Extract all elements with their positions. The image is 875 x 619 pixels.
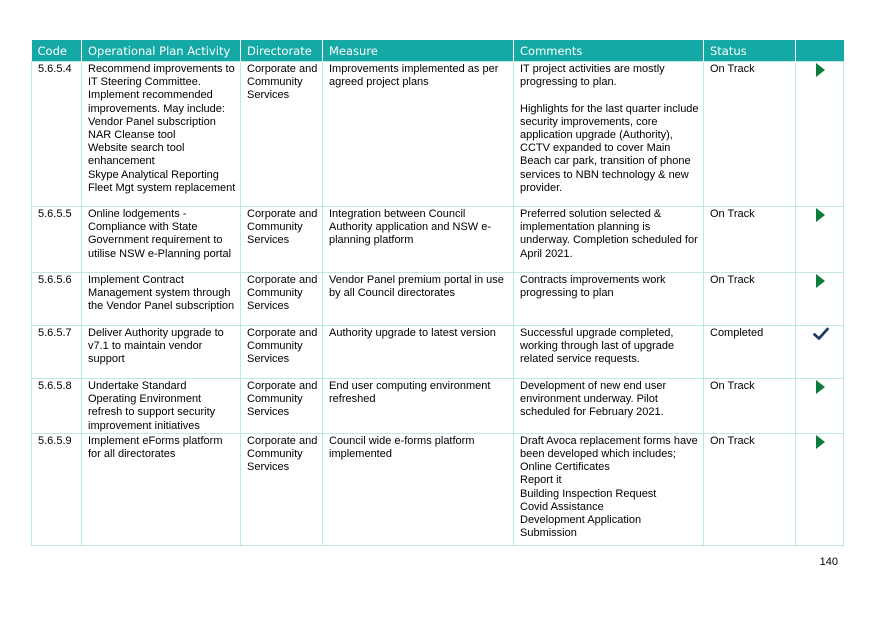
arrow-right-icon bbox=[816, 434, 825, 449]
cell-activity-line: Vendor Panel subscription bbox=[88, 115, 216, 128]
operational-plan-table: Code Operational Plan Activity Directora… bbox=[31, 40, 844, 546]
cell-activity-line: Undertake Standard Operating Environment… bbox=[88, 380, 216, 432]
checkmark-icon bbox=[802, 327, 839, 341]
cell-comments: Development of new end user environment … bbox=[513, 378, 704, 434]
cell-status: On Track bbox=[703, 61, 796, 207]
cell-activity-line: Skype Analytical Reporting bbox=[88, 168, 219, 181]
cell-status-icon bbox=[795, 272, 844, 326]
cell-activity-line: Online lodgements - Compliance with Stat… bbox=[88, 208, 232, 260]
header-status-icon bbox=[795, 40, 844, 62]
cell-status-icon bbox=[795, 206, 844, 273]
cell-activity-line: Website search tool enhancement bbox=[88, 142, 185, 168]
cell-comments: Draft Avoca replacement forms have been … bbox=[513, 432, 704, 546]
cell-activity: Deliver Authority upgrade to v7.1 to mai… bbox=[81, 325, 241, 379]
cell-comments-line: IT project activities are mostly progres… bbox=[520, 63, 665, 89]
table-row: 5.6.5.4 Recommend improvements to IT Stee… bbox=[31, 61, 844, 207]
cell-activity-line: Implement eForms platform for all direct… bbox=[88, 434, 223, 461]
arrow-right-icon bbox=[816, 274, 825, 288]
table-header-row: Code Operational Plan Activity Directora… bbox=[31, 40, 844, 62]
cell-status: On Track bbox=[703, 432, 796, 546]
header-measure: Measure bbox=[322, 40, 514, 62]
header-code: Code bbox=[31, 40, 82, 62]
cell-comments: IT project activities are mostly progres… bbox=[513, 61, 704, 207]
cell-activity-line: NAR Cleanse tool bbox=[88, 129, 176, 142]
cell-activity-line: Fleet Mgt system replacement bbox=[88, 181, 236, 194]
cell-status-icon bbox=[795, 378, 844, 434]
cell-comments-line: Draft Avoca replacement forms have been … bbox=[520, 434, 698, 461]
cell-directorate: Corporate and Community Services bbox=[240, 378, 323, 434]
table-row: 5.6.5.8 Undertake Standard Operating Envi… bbox=[31, 378, 844, 434]
cell-directorate: Corporate and Community Services bbox=[240, 272, 323, 326]
cell-status: Completed bbox=[703, 325, 796, 379]
cell-status-icon bbox=[795, 325, 844, 379]
arrow-right-icon bbox=[816, 63, 825, 77]
cell-activity-line: Implement Contract Management system thr… bbox=[88, 274, 235, 313]
table-row: 5.6.5.7 Deliver Authority upgrade to v7.1… bbox=[31, 325, 844, 379]
cell-comments-line: Building Inspection Request bbox=[520, 487, 657, 500]
cell-measure: Authority upgrade to latest version bbox=[322, 325, 514, 379]
cell-comments-line: Development Application Submission bbox=[520, 514, 642, 540]
cell-measure: Council wide e-forms platform implemente… bbox=[322, 432, 514, 546]
cell-status-icon bbox=[795, 432, 844, 546]
header-directorate: Directorate bbox=[240, 40, 323, 62]
cell-activity: Implement eForms platform for all direct… bbox=[81, 432, 241, 546]
cell-status: On Track bbox=[703, 272, 796, 326]
cell-measure: Integration between Council Authority ap… bbox=[322, 206, 514, 273]
cell-comments-line: Development of new end user environment … bbox=[520, 380, 667, 419]
cell-status: On Track bbox=[703, 206, 796, 273]
cell-comments-line: Successful upgrade completed, working th… bbox=[520, 327, 675, 366]
cell-comments-line: Report it bbox=[520, 474, 562, 487]
cell-measure: End user computing environment refreshed bbox=[322, 378, 514, 434]
cell-directorate: Corporate and Community Services bbox=[240, 61, 323, 207]
cell-comments: Contracts improvements work progressing … bbox=[513, 272, 704, 326]
cell-status: On Track bbox=[703, 378, 796, 434]
header-comments: Comments bbox=[513, 40, 704, 62]
cell-activity: Implement Contract Management system thr… bbox=[81, 272, 241, 326]
cell-activity: Recommend improvements to IT Steering Co… bbox=[81, 61, 241, 207]
cell-comments: Preferred solution selected & implementa… bbox=[513, 206, 704, 273]
table-row: 5.6.5.6 Implement Contract Management sys… bbox=[31, 272, 844, 326]
cell-measure: Vendor Panel premium portal in use by al… bbox=[322, 272, 514, 326]
table-row: 5.6.5.5 Online lodgements - Compliance wi… bbox=[31, 206, 844, 273]
cell-status-icon bbox=[795, 61, 844, 207]
cell-activity: Undertake Standard Operating Environment… bbox=[81, 378, 241, 434]
table-body: 5.6.5.4 Recommend improvements to IT Stee… bbox=[31, 61, 844, 546]
cell-directorate: Corporate and Community Services bbox=[240, 325, 323, 379]
cell-directorate: Corporate and Community Services bbox=[240, 432, 323, 546]
cell-comments-line: Preferred solution selected & implementa… bbox=[520, 208, 698, 260]
cell-code: 5.6.5.6 bbox=[31, 272, 82, 326]
cell-code: 5.6.5.9 bbox=[31, 432, 82, 546]
cell-comments-line: Highlights for the last quarter include … bbox=[520, 102, 699, 194]
cell-comments-line: Online Certificates bbox=[520, 461, 610, 474]
arrow-right-icon bbox=[816, 208, 825, 222]
cell-comments-line bbox=[520, 89, 699, 102]
cell-comments-line: Covid Assistance bbox=[520, 500, 604, 513]
cell-code: 5.6.5.5 bbox=[31, 206, 82, 273]
page-number: 140 bbox=[819, 556, 838, 568]
cell-code: 5.6.5.4 bbox=[31, 61, 82, 207]
cell-activity-line: Deliver Authority upgrade to v7.1 to mai… bbox=[88, 327, 224, 366]
cell-directorate: Corporate and Community Services bbox=[240, 206, 323, 273]
header-activity: Operational Plan Activity bbox=[81, 40, 241, 62]
arrow-right-icon bbox=[816, 380, 825, 394]
cell-measure: Improvements implemented as per agreed p… bbox=[322, 61, 514, 207]
cell-comments: Successful upgrade completed, working th… bbox=[513, 325, 704, 379]
cell-activity: Online lodgements - Compliance with Stat… bbox=[81, 206, 241, 273]
cell-activity-line: Recommend improvements to IT Steering Co… bbox=[88, 63, 235, 115]
header-status: Status bbox=[703, 40, 796, 62]
cell-comments-line: Contracts improvements work progressing … bbox=[520, 274, 666, 300]
cell-code: 5.6.5.8 bbox=[31, 378, 82, 434]
cell-code: 5.6.5.7 bbox=[31, 325, 82, 379]
table-row: 5.6.5.9 Implement eForms platform for all… bbox=[31, 432, 844, 546]
